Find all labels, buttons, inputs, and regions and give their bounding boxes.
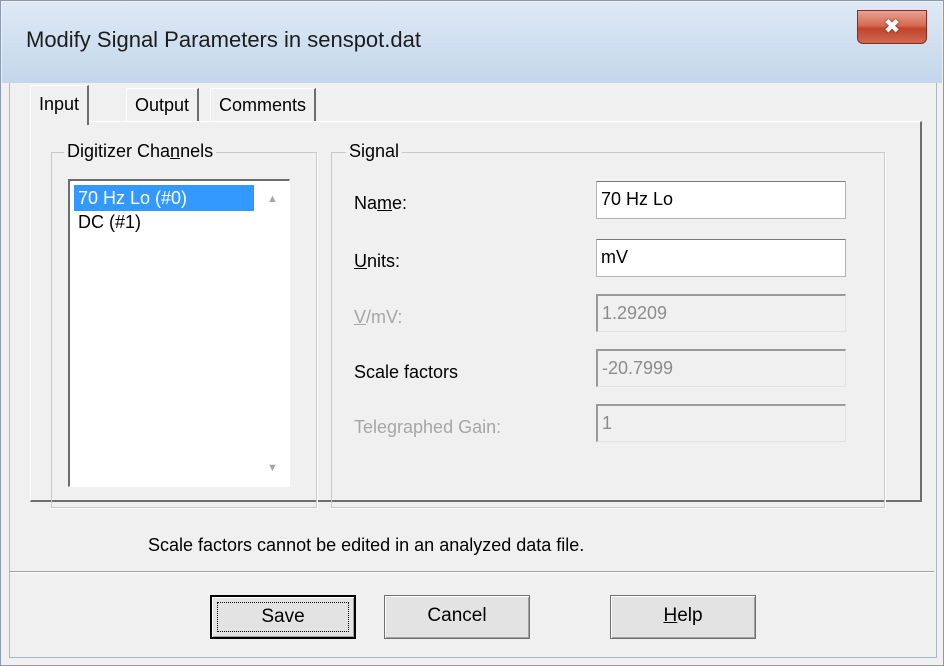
tab-input-label: Input [39,94,80,114]
tab-output[interactable]: Output [126,88,200,122]
listbox-scrollbar[interactable]: ▲ ▼ [257,181,289,486]
units-label: Units: [354,251,401,271]
tab-output-label: Output [135,95,190,115]
digitizer-channels-group: Digitizer Channels 70 Hz Lo (#0) DC (#1)… [51,141,317,508]
scale-factors-field: -20.7999 [596,349,846,387]
scale-factors-label: Scale factors [354,362,459,382]
status-message: Scale factors cannot be edited in an ana… [148,535,585,555]
tab-panel-input: Digitizer Channels 70 Hz Lo (#0) DC (#1)… [30,121,922,508]
save-button[interactable]: Save [210,595,356,639]
name-field[interactable]: 70 Hz Lo [596,181,846,219]
tab-input[interactable]: Input [30,85,90,125]
window-title: Modify Signal Parameters in senspot.dat [26,27,421,52]
channel-listbox[interactable]: 70 Hz Lo (#0) DC (#1) ▲ ▼ [68,179,290,487]
help-button[interactable]: Help [610,595,756,639]
dialog-window: Modify Signal Parameters in senspot.dat … [0,0,944,666]
signal-group: Signal Name: 70 Hz Lo Units: mV V/mV: 1.… [331,141,885,508]
divider [10,571,934,573]
focus-rectangle: Save [217,602,349,632]
dialog-client-area: Input Output Comments Digitizer Channels… [9,83,937,658]
title-bar[interactable]: Modify Signal Parameters in senspot.dat … [2,2,942,83]
v-per-mv-field: 1.29209 [596,294,846,332]
tab-comments-label: Comments [219,95,307,115]
telegraphed-gain-field: 1 [596,404,846,442]
name-label: Name: [354,193,408,213]
tab-comments[interactable]: Comments [210,88,317,122]
scroll-up-arrow-icon[interactable]: ▲ [267,193,278,205]
list-item[interactable]: DC (#1) [74,209,145,235]
close-icon: ✖ [883,14,901,38]
units-field[interactable]: mV [596,239,846,277]
signal-group-label: Signal [346,141,403,162]
digitizer-channels-label: Digitizer Channels [64,141,217,162]
list-item[interactable]: 70 Hz Lo (#0) [74,185,254,211]
close-button[interactable]: ✖ [857,10,927,44]
scroll-down-arrow-icon[interactable]: ▼ [267,462,278,474]
telegraphed-gain-label: Telegraphed Gain: [354,417,502,437]
cancel-button[interactable]: Cancel [384,595,530,639]
v-per-mv-label: V/mV: [354,307,403,327]
